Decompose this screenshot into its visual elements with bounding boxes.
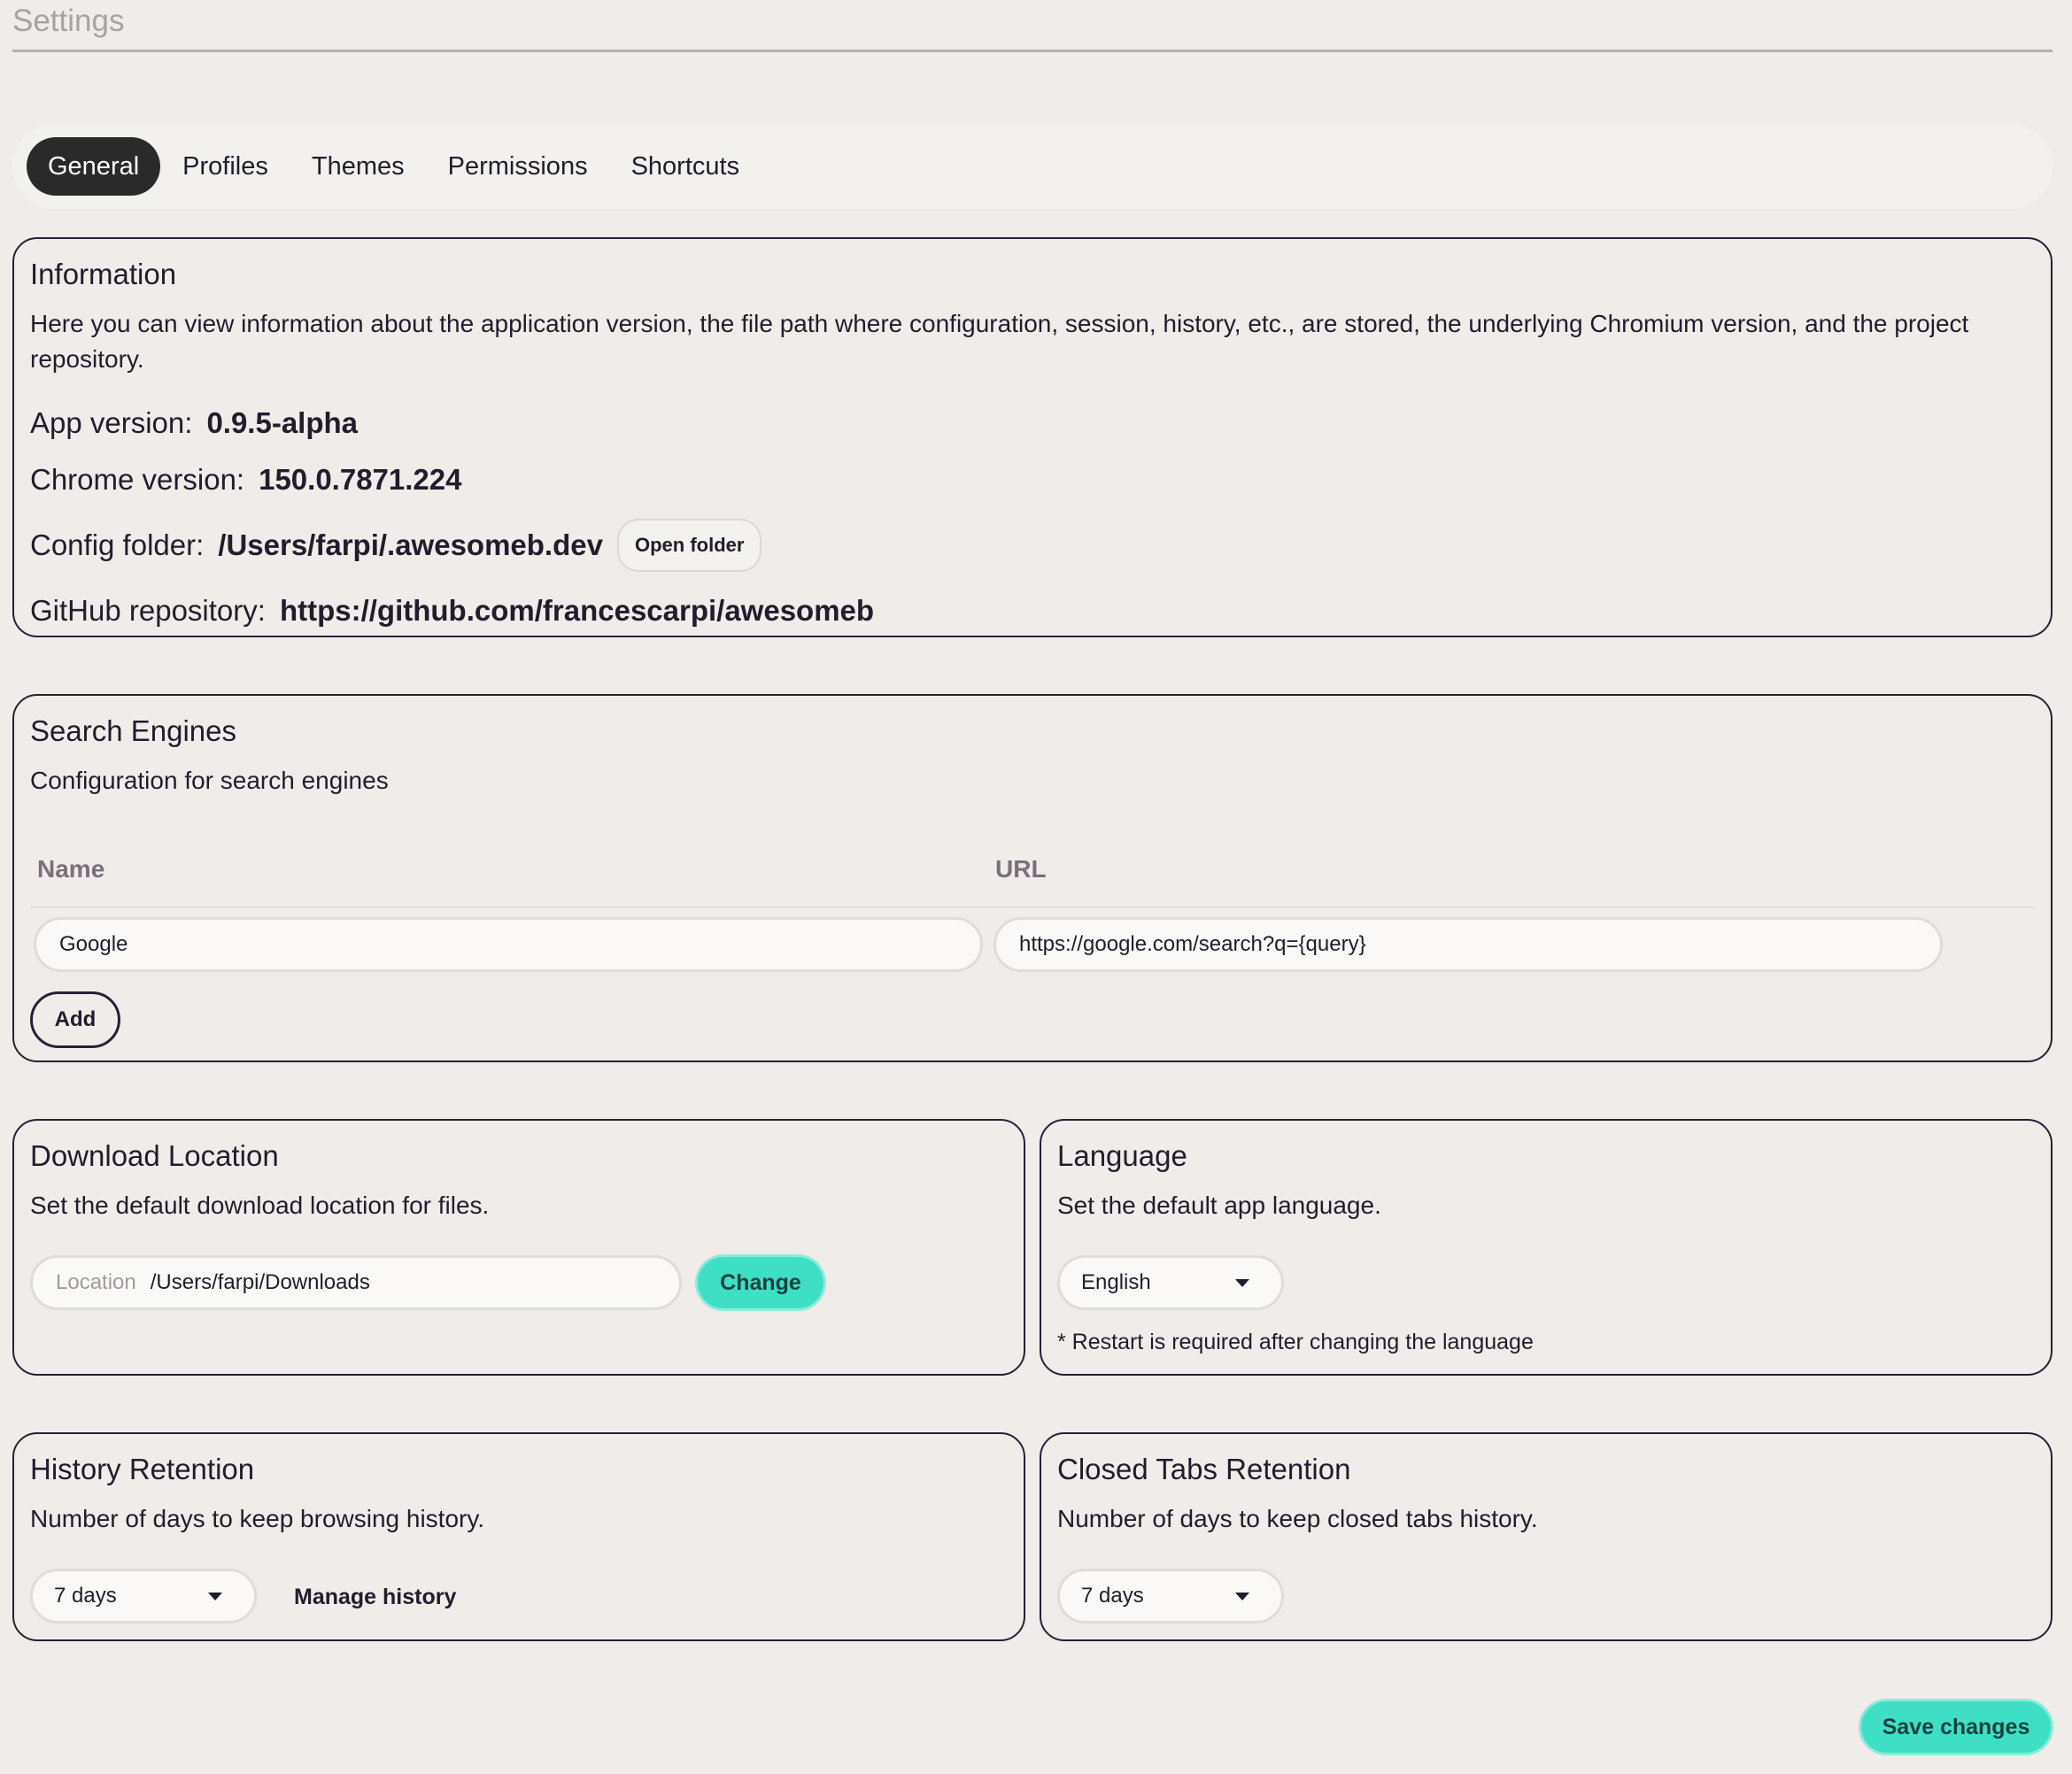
config-folder-label: Config folder: bbox=[30, 528, 205, 561]
caret-down-icon bbox=[208, 1593, 222, 1600]
closed-tabs-retention-selected: 7 days bbox=[1081, 1584, 1144, 1608]
language-description: Set the default app language. bbox=[1057, 1191, 1381, 1219]
app-version-row: App version: 0.9.5-alpha bbox=[30, 405, 2035, 441]
location-value: /Users/farpi/Downloads bbox=[150, 1270, 370, 1294]
closed-tabs-retention-select[interactable]: 7 days bbox=[1057, 1569, 1284, 1624]
chrome-version-label: Chrome version: bbox=[30, 462, 245, 496]
information-title: Information bbox=[30, 258, 177, 290]
caret-down-icon bbox=[1235, 1279, 1249, 1287]
column-header-name: Name bbox=[37, 855, 105, 883]
search-engine-url-input[interactable]: https://google.com/search?q={query} bbox=[993, 917, 1943, 972]
search-engine-name-input[interactable]: Google bbox=[34, 917, 983, 972]
tab-shortcuts[interactable]: Shortcuts bbox=[610, 137, 762, 196]
manage-history-link[interactable]: Manage history bbox=[294, 1585, 456, 1610]
github-link[interactable]: https://github.com/francescarpi/awesomeb bbox=[280, 593, 874, 629]
language-restart-note: * Restart is required after changing the… bbox=[1057, 1330, 1534, 1354]
column-header-url: URL bbox=[995, 855, 1047, 883]
github-row: GitHub repository: https://github.com/fr… bbox=[30, 593, 2035, 629]
open-folder-button[interactable]: Open folder bbox=[616, 518, 762, 572]
closed-tabs-retention-description: Number of days to keep closed tabs histo… bbox=[1057, 1504, 1538, 1532]
change-location-button[interactable]: Change bbox=[698, 1257, 823, 1308]
github-label: GitHub repository: bbox=[30, 593, 266, 627]
caret-down-icon bbox=[1235, 1593, 1249, 1600]
search-engines-card: Search Engines Configuration for search … bbox=[12, 694, 2053, 1062]
search-engines-title: Search Engines bbox=[30, 714, 236, 747]
chrome-version-row: Chrome version: 150.0.7871.224 bbox=[30, 462, 2035, 497]
download-location-description: Set the default download location for fi… bbox=[30, 1191, 490, 1219]
app-version-value: 0.9.5-alpha bbox=[206, 405, 359, 439]
closed-tabs-retention-title: Closed Tabs Retention bbox=[1057, 1453, 1351, 1485]
download-location-title: Download Location bbox=[30, 1139, 279, 1172]
history-retention-selected: 7 days bbox=[54, 1584, 117, 1608]
add-search-engine-button[interactable]: Add bbox=[30, 991, 120, 1048]
search-engines-description: Configuration for search engines bbox=[30, 766, 389, 794]
tab-general[interactable]: General bbox=[27, 137, 161, 196]
page-header: Settings bbox=[12, 0, 2053, 52]
download-location-input[interactable]: Location/Users/farpi/Downloads bbox=[30, 1255, 682, 1310]
config-folder-row: Config folder: /Users/farpi/.awesomeb.de… bbox=[30, 518, 2035, 572]
information-card: Information Here you can view informatio… bbox=[12, 237, 2053, 637]
location-label: Location bbox=[56, 1270, 136, 1294]
save-changes-button[interactable]: Save changes bbox=[1861, 1701, 2051, 1753]
download-location-card: Download Location Set the default downlo… bbox=[12, 1119, 1025, 1376]
history-retention-description: Number of days to keep browsing history. bbox=[30, 1504, 485, 1532]
tab-profiles[interactable]: Profiles bbox=[161, 137, 290, 196]
history-retention-card: History Retention Number of days to keep… bbox=[12, 1432, 1025, 1641]
language-title: Language bbox=[1057, 1139, 1187, 1172]
app-version-label: App version: bbox=[30, 405, 193, 439]
language-select[interactable]: English bbox=[1057, 1255, 1284, 1310]
chrome-version-value: 150.0.7871.224 bbox=[259, 462, 462, 496]
history-retention-title: History Retention bbox=[30, 1453, 255, 1485]
config-folder-value: /Users/farpi/.awesomeb.dev bbox=[218, 528, 603, 561]
information-description: Here you can view information about the … bbox=[30, 309, 1969, 373]
closed-tabs-retention-card: Closed Tabs Retention Number of days to … bbox=[1040, 1432, 2053, 1641]
tab-themes[interactable]: Themes bbox=[290, 137, 426, 196]
tab-permissions[interactable]: Permissions bbox=[427, 137, 609, 196]
settings-page: Settings General Profiles Themes Permiss… bbox=[0, 0, 2072, 1774]
table-divider bbox=[30, 906, 2035, 908]
tab-bar: General Profiles Themes Permissions Shor… bbox=[12, 124, 2053, 209]
language-card: Language Set the default app language. E… bbox=[1040, 1119, 2053, 1376]
page-title: Settings bbox=[12, 4, 125, 38]
language-selected: English bbox=[1081, 1270, 1151, 1294]
history-retention-select[interactable]: 7 days bbox=[30, 1569, 257, 1624]
